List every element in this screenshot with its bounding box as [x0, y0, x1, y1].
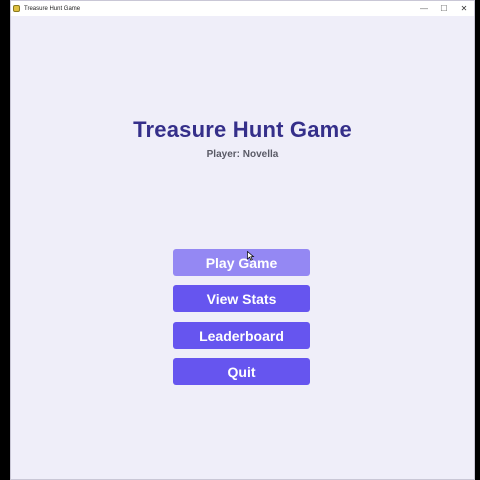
play-game-button[interactable]: Play Game: [173, 249, 310, 276]
mouse-cursor-icon: [247, 251, 255, 261]
maximize-button[interactable]: ☐: [434, 1, 454, 16]
title-bar[interactable]: Treasure Hunt Game — ☐ ✕: [11, 1, 474, 16]
app-icon: [13, 5, 20, 12]
view-stats-button[interactable]: View Stats: [173, 285, 310, 312]
minimize-button[interactable]: —: [414, 1, 434, 16]
player-label: Player: Novella: [206, 149, 279, 160]
window-title: Treasure Hunt Game: [24, 5, 81, 12]
main-menu: Treasure Hunt Game Player: Novella Play …: [11, 16, 474, 479]
app-window: Treasure Hunt Game — ☐ ✕ Treasure Hunt G…: [10, 0, 475, 480]
quit-button[interactable]: Quit: [173, 358, 310, 385]
close-button[interactable]: ✕: [454, 1, 474, 16]
game-title: Treasure Hunt Game: [133, 117, 352, 142]
window-controls: — ☐ ✕: [414, 1, 474, 16]
leaderboard-button[interactable]: Leaderboard: [173, 322, 310, 349]
